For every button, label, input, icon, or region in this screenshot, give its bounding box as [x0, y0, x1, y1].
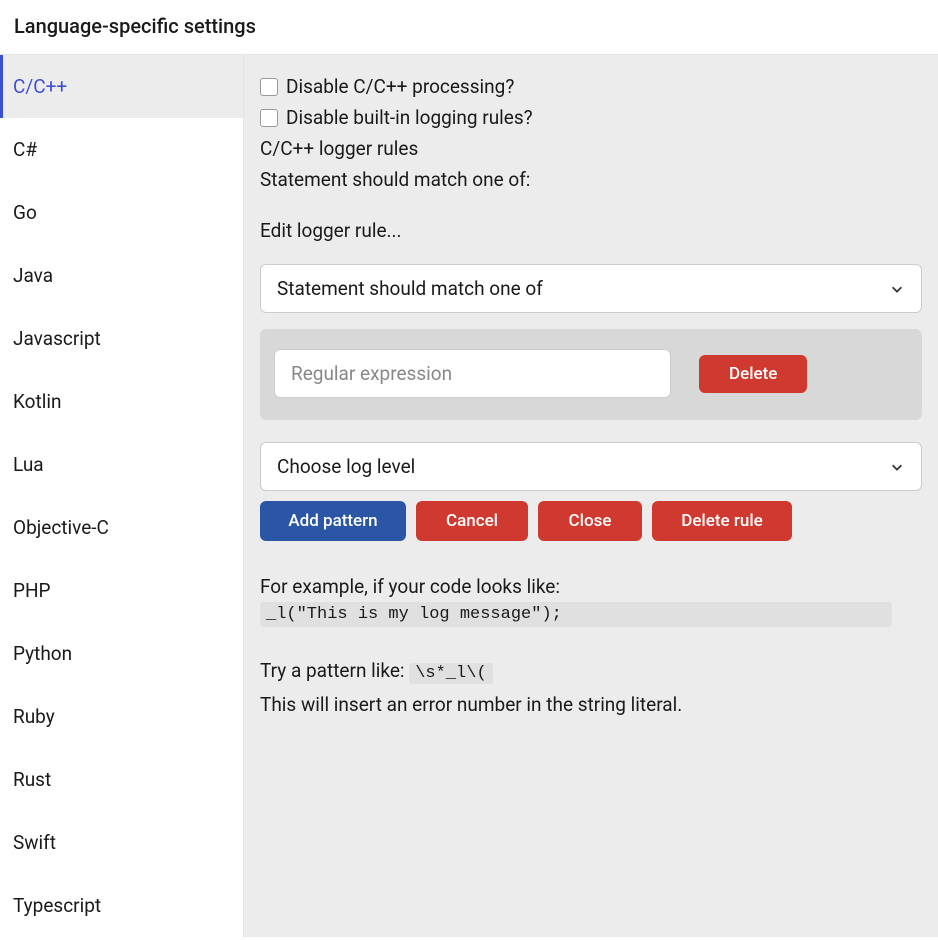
sidebar-item-typescript[interactable]: Typescript: [0, 874, 243, 937]
pattern-hint-code: \s*_l\(: [409, 663, 492, 684]
pattern-hint-prefix: Try a pattern like:: [260, 659, 409, 682]
disable-processing-label: Disable C/C++ processing?: [286, 75, 514, 98]
sidebar-item-c-cpp[interactable]: C/C++: [0, 55, 243, 118]
close-button[interactable]: Close: [538, 501, 642, 541]
cancel-button[interactable]: Cancel: [416, 501, 528, 541]
add-pattern-button[interactable]: Add pattern: [260, 501, 406, 541]
sidebar-item-kotlin[interactable]: Kotlin: [0, 370, 243, 433]
sidebar-item-objective-c[interactable]: Objective-C: [0, 496, 243, 559]
sidebar-item-python[interactable]: Python: [0, 622, 243, 685]
delete-rule-button[interactable]: Delete rule: [652, 501, 792, 541]
sidebar-item-swift[interactable]: Swift: [0, 811, 243, 874]
example-label: For example, if your code looks like:: [260, 575, 922, 598]
sidebar-item-java[interactable]: Java: [0, 244, 243, 307]
pattern-desc: This will insert an error number in the …: [260, 691, 922, 720]
sidebar-item-rust[interactable]: Rust: [0, 748, 243, 811]
pattern-hint: Try a pattern like: \s*_l\( This will in…: [260, 657, 922, 719]
sidebar-item-php[interactable]: PHP: [0, 559, 243, 622]
language-sidebar: C/C++ C# Go Java Javascript Kotlin Lua O…: [0, 55, 244, 937]
statement-dropdown[interactable]: Statement should match one of: [260, 264, 922, 313]
delete-pattern-button[interactable]: Delete: [699, 355, 807, 393]
sidebar-item-lua[interactable]: Lua: [0, 433, 243, 496]
sidebar-item-ruby[interactable]: Ruby: [0, 685, 243, 748]
sidebar-item-javascript[interactable]: Javascript: [0, 307, 243, 370]
statement-match-text: Statement should match one of:: [260, 168, 922, 191]
logger-rules-heading: C/C++ logger rules: [260, 137, 922, 160]
sidebar-item-csharp[interactable]: C#: [0, 118, 243, 181]
statement-dropdown-label: Statement should match one of: [277, 277, 543, 300]
loglevel-dropdown[interactable]: Choose log level: [260, 442, 922, 491]
page-title: Language-specific settings: [0, 0, 938, 54]
disable-processing-checkbox[interactable]: [260, 78, 278, 96]
sidebar-item-go[interactable]: Go: [0, 181, 243, 244]
regex-input[interactable]: [274, 349, 671, 398]
loglevel-dropdown-label: Choose log level: [277, 455, 415, 478]
main-panel: Disable C/C++ processing? Disable built-…: [244, 55, 938, 937]
example-code: _l("This is my log message");: [260, 602, 892, 627]
pattern-input-section: Delete: [260, 329, 922, 420]
chevron-down-icon: [889, 459, 905, 475]
edit-rule-text: Edit logger rule...: [260, 219, 922, 242]
disable-logging-checkbox[interactable]: [260, 109, 278, 127]
chevron-down-icon: [889, 281, 905, 297]
disable-logging-label: Disable built-in logging rules?: [286, 106, 533, 129]
